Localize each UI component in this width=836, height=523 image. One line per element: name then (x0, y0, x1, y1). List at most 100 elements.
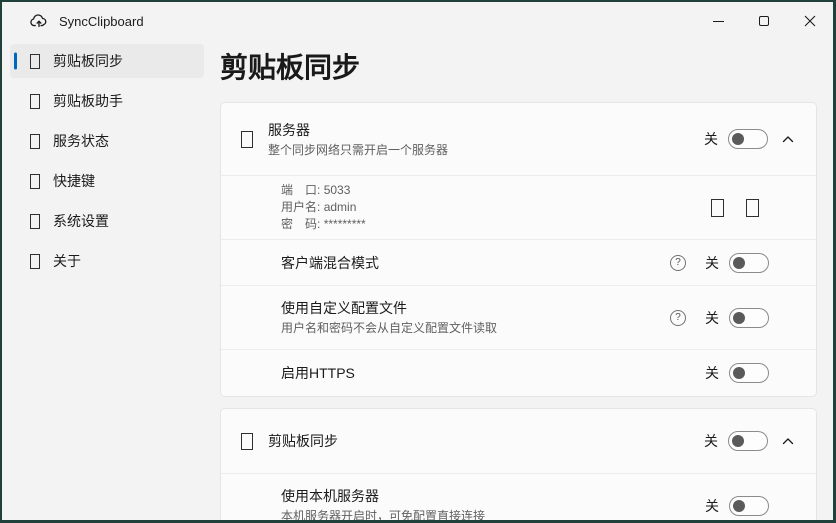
sync-title: 剪贴板同步 (268, 432, 704, 450)
minimize-button[interactable] (695, 2, 741, 40)
close-button[interactable] (787, 2, 833, 40)
help-icon[interactable]: ? (670, 255, 686, 271)
clipboard-sync-icon (30, 54, 40, 69)
row-controls: 关 (705, 496, 769, 516)
toggle-knob (733, 312, 745, 324)
clipboard-sync-card: 剪贴板同步 关 使用本机服务器 本机服务器开启时，可免配置直接连接 (220, 408, 817, 520)
sidebar-item-about[interactable]: 关于 (10, 244, 204, 278)
toggle-label: 关 (705, 308, 719, 328)
sidebar-item-clipboard-assistant[interactable]: 剪贴板助手 (10, 84, 204, 118)
server-icon (241, 131, 253, 148)
local-server-row: 使用本机服务器 本机服务器开启时，可免配置直接连接 关 (221, 473, 816, 520)
server-controls: 关 (704, 129, 794, 149)
edit-config-button[interactable] (711, 199, 724, 217)
port-line: 端 口: 5033 (281, 182, 689, 199)
server-detail-actions (689, 199, 759, 217)
sidebar-item-label: 服务状态 (53, 131, 109, 151)
sidebar-item-label: 快捷键 (53, 171, 95, 191)
port-value: 5033 (324, 183, 351, 197)
server-toggle-label: 关 (704, 129, 718, 149)
client-mixed-mode-title: 客户端混合模式 (281, 254, 670, 272)
client-mixed-mode-row: 客户端混合模式 ? 关 (221, 239, 816, 285)
chevron-up-icon (782, 437, 794, 445)
enable-https-title: 启用HTTPS (281, 364, 705, 382)
row-controls: ? 关 (670, 308, 769, 328)
local-server-title: 使用本机服务器 (281, 487, 705, 505)
server-detail-lines: 端 口: 5033 用户名: admin 密 码: ********* (281, 182, 689, 233)
maximize-icon (759, 16, 769, 26)
sidebar: 剪贴板同步 剪贴板助手 服务状态 快捷键 系统设置 关于 (2, 40, 212, 520)
sync-controls: 关 (704, 431, 794, 451)
sync-header-text: 剪贴板同步 (268, 432, 704, 450)
custom-config-toggle[interactable] (729, 308, 769, 328)
copy-icon (746, 199, 759, 217)
enable-https-row: 启用HTTPS 关 (221, 349, 816, 396)
username-label: 用户名: (281, 200, 320, 214)
toggle-knob (732, 133, 744, 145)
minimize-icon (713, 21, 724, 22)
server-card: 服务器 整个同步网络只需开启一个服务器 关 端 口: 5033 用户名 (220, 102, 817, 397)
row-text: 启用HTTPS (281, 364, 705, 382)
sync-header-row: 剪贴板同步 关 (221, 409, 816, 473)
password-value: ********* (324, 217, 366, 231)
sync-toggle[interactable] (728, 431, 768, 451)
clipboard-assistant-icon (30, 94, 40, 109)
password-label: 密 码: (281, 217, 320, 231)
system-settings-icon (30, 214, 40, 229)
service-status-icon (30, 134, 40, 149)
toggle-label: 关 (705, 496, 719, 516)
sidebar-item-clipboard-sync[interactable]: 剪贴板同步 (10, 44, 204, 78)
sidebar-item-label: 剪贴板助手 (53, 91, 123, 111)
app-window: SyncClipboard 剪贴板同步 剪贴板助手 服务状态 (0, 0, 836, 523)
toggle-knob (733, 500, 745, 512)
sidebar-item-hotkeys[interactable]: 快捷键 (10, 164, 204, 198)
server-header-row: 服务器 整个同步网络只需开启一个服务器 关 (221, 103, 816, 175)
server-toggle[interactable] (728, 129, 768, 149)
port-label: 端 口: (281, 183, 320, 197)
row-text: 使用本机服务器 本机服务器开启时，可免配置直接连接 (281, 487, 705, 520)
sync-toggle-label: 关 (704, 431, 718, 451)
help-icon[interactable]: ? (670, 310, 686, 326)
chevron-up-icon (782, 135, 794, 143)
copy-config-button[interactable] (746, 199, 759, 217)
sidebar-item-system-settings[interactable]: 系统设置 (10, 204, 204, 238)
toggle-knob (733, 257, 745, 269)
toggle-knob (733, 367, 745, 379)
server-title: 服务器 (268, 121, 704, 139)
cloud-upload-app-icon (28, 10, 50, 32)
window-title: SyncClipboard (59, 14, 144, 29)
client-mixed-mode-toggle[interactable] (729, 253, 769, 273)
local-server-subtitle: 本机服务器开启时，可免配置直接连接 (281, 508, 705, 520)
toggle-label: 关 (705, 253, 719, 273)
local-server-toggle[interactable] (729, 496, 769, 516)
selected-accent-bar (14, 53, 17, 70)
sidebar-item-service-status[interactable]: 服务状态 (10, 124, 204, 158)
sidebar-item-label: 剪贴板同步 (53, 51, 123, 71)
main-content: 剪贴板同步 服务器 整个同步网络只需开启一个服务器 关 (212, 40, 833, 520)
row-text: 客户端混合模式 (281, 254, 670, 272)
titlebar: SyncClipboard (2, 2, 833, 40)
sync-collapse-button[interactable] (782, 437, 794, 445)
toggle-knob (732, 435, 744, 447)
page-title: 剪贴板同步 (220, 46, 817, 86)
row-text: 使用自定义配置文件 用户名和密码不会从自定义配置文件读取 (281, 299, 670, 336)
row-controls: ? 关 (670, 253, 769, 273)
server-details-row: 端 口: 5033 用户名: admin 密 码: ********* (221, 175, 816, 239)
sidebar-item-label: 系统设置 (53, 211, 109, 231)
about-icon (30, 254, 40, 269)
custom-config-title: 使用自定义配置文件 (281, 299, 670, 317)
username-value: admin (324, 200, 357, 214)
custom-config-subtitle: 用户名和密码不会从自定义配置文件读取 (281, 320, 670, 336)
password-line: 密 码: ********* (281, 216, 689, 233)
maximize-button[interactable] (741, 2, 787, 40)
sidebar-item-label: 关于 (53, 251, 81, 271)
enable-https-toggle[interactable] (729, 363, 769, 383)
custom-config-row: 使用自定义配置文件 用户名和密码不会从自定义配置文件读取 ? 关 (221, 285, 816, 349)
app-body: 剪贴板同步 剪贴板助手 服务状态 快捷键 系统设置 关于 (2, 40, 833, 520)
row-controls: 关 (705, 363, 769, 383)
edit-icon (711, 199, 724, 217)
server-collapse-button[interactable] (782, 135, 794, 143)
server-header-text: 服务器 整个同步网络只需开启一个服务器 (268, 121, 704, 158)
close-icon (804, 15, 816, 27)
server-subtitle: 整个同步网络只需开启一个服务器 (268, 142, 704, 158)
